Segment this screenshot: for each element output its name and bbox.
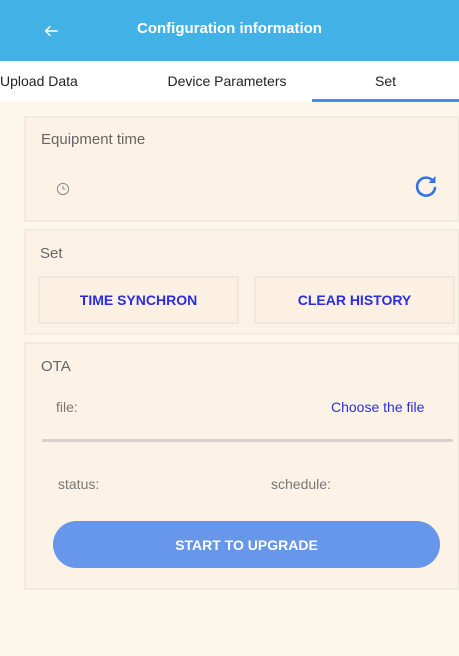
choose-file-link[interactable]: Choose the file (331, 399, 424, 415)
tab-label: Upload Data (0, 73, 78, 89)
refresh-button[interactable] (412, 172, 440, 200)
tab-upload-data[interactable]: Upload Data (0, 61, 122, 102)
tab-device-parameters[interactable]: Device Parameters (152, 61, 302, 102)
app-bar: Configuration information (0, 0, 459, 61)
button-label: START TO UPGRADE (175, 536, 318, 553)
tab-label: Device Parameters (167, 73, 287, 89)
refresh-icon (415, 176, 437, 197)
button-label: CLEAR HISTORY (297, 292, 412, 308)
button-label: TIME SYNCHRON (79, 292, 198, 308)
file-label: file: (56, 399, 78, 415)
start-upgrade-button[interactable]: START TO UPGRADE (53, 521, 440, 568)
tab-bar: Upload Data Device Parameters Set (0, 61, 459, 102)
schedule-label: schedule: (271, 476, 331, 492)
ota-title: OTA (41, 358, 71, 375)
clock-icon (56, 182, 70, 196)
equipment-time-title: Equipment time (41, 131, 146, 148)
status-label: status: (58, 476, 100, 492)
tab-indicator (312, 99, 459, 102)
clear-history-button[interactable]: CLEAR HISTORY (254, 276, 455, 324)
set-section-title: Set (40, 245, 63, 262)
upgrade-progress-bar (42, 439, 453, 442)
tab-label: Set (374, 73, 396, 89)
tab-set[interactable]: Set (312, 61, 459, 102)
time-synchron-button[interactable]: TIME SYNCHRON (38, 276, 239, 324)
page-title: Configuration information (137, 20, 322, 37)
